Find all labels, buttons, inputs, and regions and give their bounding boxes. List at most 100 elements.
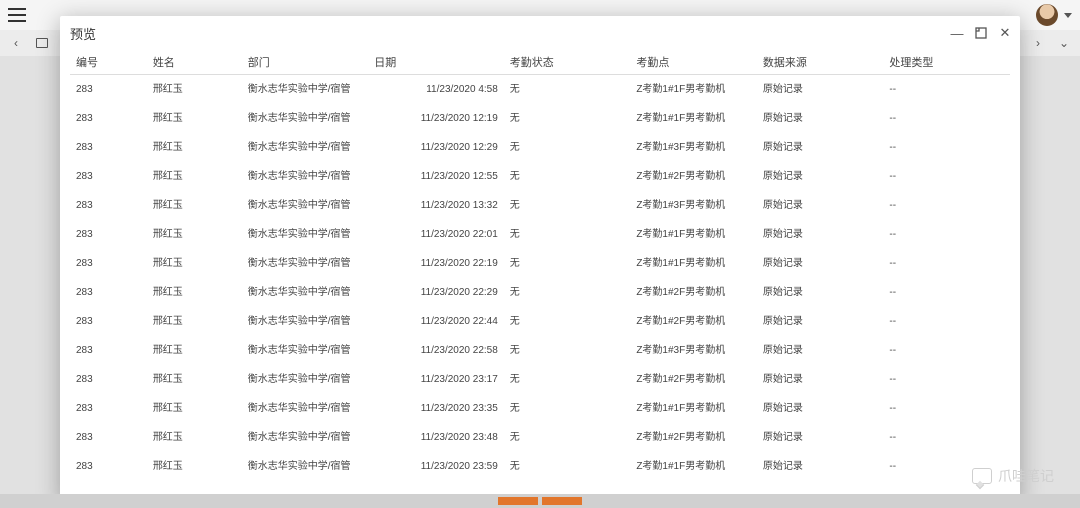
- table-row[interactable]: 283邢红玉衡水志华实验中学/宿管11/23/2020 13:32无Z考勤1#3…: [70, 191, 1010, 220]
- data-table-container: 编号姓名部门日期考勤状态考勤点数据来源处理类型 283邢红玉衡水志华实验中学/宿…: [60, 50, 1020, 504]
- cell: 无: [504, 452, 631, 481]
- cell: 衡水志华实验中学/宿管: [242, 104, 369, 133]
- minimize-button[interactable]: —: [950, 26, 964, 40]
- cell: 11/23/2020 4:58: [368, 75, 504, 104]
- cell: 原始记录: [757, 133, 884, 162]
- cell: 原始记录: [757, 191, 884, 220]
- table-row[interactable]: 283邢红玉衡水志华实验中学/宿管11/23/2020 22:01无Z考勤1#1…: [70, 220, 1010, 249]
- cell: --: [883, 336, 1010, 365]
- cell: Z考勤1#1F男考勤机: [630, 249, 757, 278]
- cell: 衡水志华实验中学/宿管: [242, 336, 369, 365]
- cell: 邢红玉: [147, 162, 242, 191]
- table-row[interactable]: 283邢红玉衡水志华实验中学/宿管11/23/2020 23:48无Z考勤1#2…: [70, 423, 1010, 452]
- cell: 11/23/2020 12:29: [368, 133, 504, 162]
- cell: 原始记录: [757, 278, 884, 307]
- user-menu-caret-icon[interactable]: [1064, 13, 1072, 18]
- cell: 283: [70, 452, 147, 481]
- table-row[interactable]: 283邢红玉衡水志华实验中学/宿管11/23/2020 12:19无Z考勤1#1…: [70, 104, 1010, 133]
- cell: Z考勤1#3F男考勤机: [630, 191, 757, 220]
- cell: 邢红玉: [147, 336, 242, 365]
- cell: Z考勤1#3F男考勤机: [630, 133, 757, 162]
- cell: 衡水志华实验中学/宿管: [242, 423, 369, 452]
- cell: 283: [70, 336, 147, 365]
- cell: 283: [70, 162, 147, 191]
- cell: 原始记录: [757, 220, 884, 249]
- cell: 283: [70, 75, 147, 104]
- cell: --: [883, 104, 1010, 133]
- col-header: 考勤点: [630, 50, 757, 75]
- cell: 衡水志华实验中学/宿管: [242, 278, 369, 307]
- table-row[interactable]: 283邢红玉衡水志华实验中学/宿管11/23/2020 22:44无Z考勤1#2…: [70, 307, 1010, 336]
- cell: 无: [504, 336, 631, 365]
- cell: --: [883, 133, 1010, 162]
- preview-modal: 预览 — ✕ 编号姓名部门日期考勤状态考勤点数据来源处理类型 283邢红玉衡水志…: [60, 16, 1020, 504]
- cell: 283: [70, 307, 147, 336]
- cell: 283: [70, 104, 147, 133]
- cell: --: [883, 394, 1010, 423]
- forward-button[interactable]: ›: [1030, 35, 1046, 51]
- table-row[interactable]: 283邢红玉衡水志华实验中学/宿管11/23/2020 23:17无Z考勤1#2…: [70, 365, 1010, 394]
- cell: 11/23/2020 22:44: [368, 307, 504, 336]
- maximize-button[interactable]: [974, 26, 988, 40]
- cell: --: [883, 365, 1010, 394]
- close-button[interactable]: ✕: [998, 26, 1012, 40]
- col-header: 姓名: [147, 50, 242, 75]
- col-header: 编号: [70, 50, 147, 75]
- cell: --: [883, 75, 1010, 104]
- table-row[interactable]: 283邢红玉衡水志华实验中学/宿管11/23/2020 23:59无Z考勤1#1…: [70, 452, 1010, 481]
- cell: Z考勤1#1F男考勤机: [630, 220, 757, 249]
- col-header: 考勤状态: [504, 50, 631, 75]
- cell: 衡水志华实验中学/宿管: [242, 133, 369, 162]
- cell: 原始记录: [757, 249, 884, 278]
- modal-header: 预览 — ✕: [60, 16, 1020, 50]
- cell: 衡水志华实验中学/宿管: [242, 220, 369, 249]
- table-row[interactable]: 283邢红玉衡水志华实验中学/宿管11/23/2020 12:55无Z考勤1#2…: [70, 162, 1010, 191]
- cell: 11/23/2020 23:59: [368, 452, 504, 481]
- cell: 邢红玉: [147, 307, 242, 336]
- modal-title: 预览: [70, 24, 96, 43]
- col-header: 处理类型: [883, 50, 1010, 75]
- cell: Z考勤1#1F男考勤机: [630, 452, 757, 481]
- cell: 无: [504, 278, 631, 307]
- cell: Z考勤1#2F男考勤机: [630, 423, 757, 452]
- cell: 衡水志华实验中学/宿管: [242, 452, 369, 481]
- cell: Z考勤1#1F男考勤机: [630, 75, 757, 104]
- cell: 无: [504, 423, 631, 452]
- cell: 11/23/2020 23:35: [368, 394, 504, 423]
- cell: 原始记录: [757, 75, 884, 104]
- avatar[interactable]: [1036, 4, 1058, 26]
- cell: 邢红玉: [147, 104, 242, 133]
- cell: 283: [70, 423, 147, 452]
- table-row[interactable]: 283邢红玉衡水志华实验中学/宿管11/23/2020 22:58无Z考勤1#3…: [70, 336, 1010, 365]
- table-row[interactable]: 283邢红玉衡水志华实验中学/宿管11/23/2020 4:58无Z考勤1#1F…: [70, 75, 1010, 104]
- chevron-down-icon[interactable]: ⌄: [1056, 35, 1072, 51]
- table-row[interactable]: 283邢红玉衡水志华实验中学/宿管11/23/2020 23:35无Z考勤1#1…: [70, 394, 1010, 423]
- table-row[interactable]: 283邢红玉衡水志华实验中学/宿管11/23/2020 22:19无Z考勤1#1…: [70, 249, 1010, 278]
- window-icon[interactable]: [34, 35, 50, 51]
- cell: 衡水志华实验中学/宿管: [242, 249, 369, 278]
- cell: --: [883, 307, 1010, 336]
- cell: 原始记录: [757, 336, 884, 365]
- cell: Z考勤1#3F男考勤机: [630, 336, 757, 365]
- back-button[interactable]: ‹: [8, 35, 24, 51]
- cell: 11/23/2020 22:19: [368, 249, 504, 278]
- cell: --: [883, 423, 1010, 452]
- table-row[interactable]: 283邢红玉衡水志华实验中学/宿管11/23/2020 12:29无Z考勤1#3…: [70, 133, 1010, 162]
- cell: 无: [504, 394, 631, 423]
- cell: Z考勤1#1F男考勤机: [630, 104, 757, 133]
- cell: 11/23/2020 22:29: [368, 278, 504, 307]
- menu-icon[interactable]: [8, 8, 26, 22]
- cell: 邢红玉: [147, 452, 242, 481]
- cell: 邢红玉: [147, 423, 242, 452]
- cell: 无: [504, 220, 631, 249]
- cell: 原始记录: [757, 365, 884, 394]
- cell: 原始记录: [757, 423, 884, 452]
- cell: 11/23/2020 12:55: [368, 162, 504, 191]
- cell: 无: [504, 307, 631, 336]
- cell: 283: [70, 220, 147, 249]
- cell: 无: [504, 191, 631, 220]
- table-row[interactable]: 283邢红玉衡水志华实验中学/宿管11/23/2020 22:29无Z考勤1#2…: [70, 278, 1010, 307]
- cell: 11/23/2020 22:01: [368, 220, 504, 249]
- page-footer: [0, 494, 1080, 508]
- cell: 11/23/2020 23:48: [368, 423, 504, 452]
